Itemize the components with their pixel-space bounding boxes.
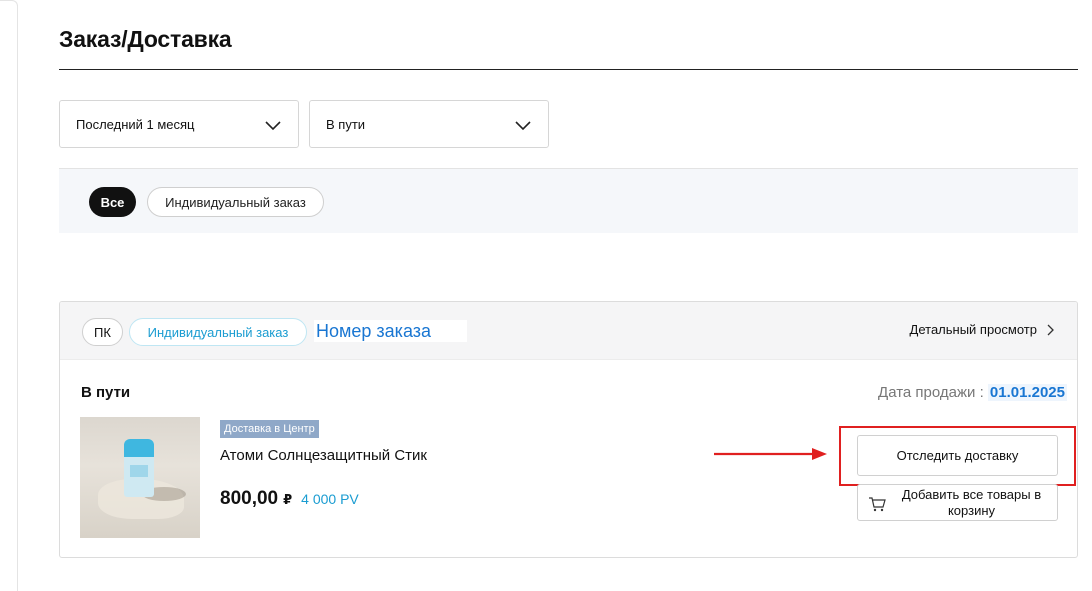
- price-amount: 800,00: [220, 488, 279, 509]
- add-all-to-cart-label: Добавить все товары в корзину: [901, 487, 1042, 518]
- track-delivery-button[interactable]: Отследить доставку: [857, 435, 1058, 476]
- chevron-right-icon: [1047, 324, 1054, 335]
- tab-individual-order[interactable]: Индивидуальный заказ: [147, 187, 324, 217]
- detail-view-label: Детальный просмотр: [909, 322, 1037, 337]
- channel-tag: ПК: [82, 318, 123, 346]
- order-card-header: ПК Индивидуальный заказ Номер заказа Дет…: [60, 302, 1077, 360]
- add-all-to-cart-button[interactable]: Добавить все товары в корзину: [857, 484, 1058, 521]
- cart-icon: [869, 497, 886, 512]
- order-type-filter-bar: Все Индивидуальный заказ: [59, 168, 1078, 233]
- product-name[interactable]: Атоми Солнцезащитный Стик: [220, 447, 427, 464]
- period-select-value: Последний 1 месяц: [76, 116, 195, 132]
- chevron-down-icon: [515, 121, 531, 131]
- period-select[interactable]: Последний 1 месяц: [59, 100, 299, 148]
- product-price: 800,00 ₽ 4 000 PV: [220, 488, 359, 510]
- page-title: Заказ/Доставка: [59, 26, 232, 52]
- status-select-value: В пути: [326, 116, 366, 132]
- delivery-badge: Доставка в Центр: [220, 420, 319, 438]
- annotation-arrow-icon: [714, 448, 827, 460]
- sale-date-value: 01.01.2025: [987, 384, 1067, 401]
- sale-date: Дата продажи : 01.01.2025: [878, 384, 1067, 401]
- status-select[interactable]: В пути: [309, 100, 549, 148]
- order-status: В пути: [81, 384, 131, 401]
- order-card: ПК Индивидуальный заказ Номер заказа Дет…: [59, 301, 1078, 558]
- order-number: Номер заказа: [314, 320, 467, 342]
- left-sidebar-edge: [0, 0, 18, 591]
- chevron-down-icon: [265, 121, 281, 131]
- price-currency: ₽: [283, 492, 293, 507]
- product-image[interactable]: [80, 417, 200, 538]
- detail-view-link[interactable]: Детальный просмотр: [910, 322, 1055, 337]
- sale-date-label: Дата продажи :: [878, 384, 984, 401]
- order-type-tag: Индивидуальный заказ: [129, 318, 307, 346]
- product-pv: 4 000 PV: [301, 491, 359, 507]
- title-divider: [59, 69, 1078, 70]
- tab-all[interactable]: Все: [89, 187, 136, 217]
